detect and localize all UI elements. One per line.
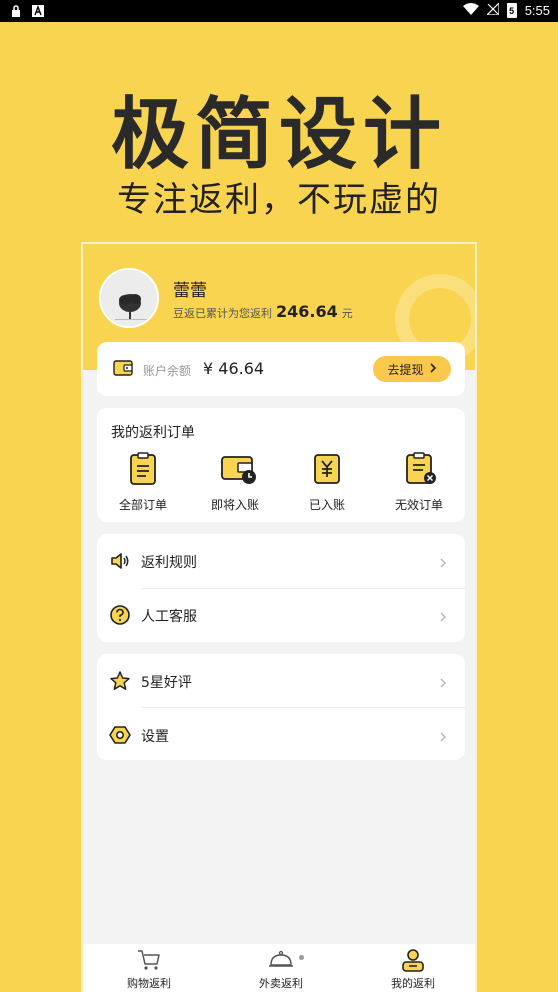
status-bar: 5 5:55 bbox=[0, 0, 558, 22]
withdraw-label: 去提现 bbox=[387, 362, 424, 377]
order-invalid[interactable]: 无效订单 bbox=[379, 452, 459, 513]
rebate-prefix: 豆返已累计为您返利 bbox=[173, 307, 272, 320]
menu-item-rate-5-star[interactable]: 5星好评 bbox=[97, 654, 465, 708]
person-icon bbox=[400, 948, 426, 972]
order-all[interactable]: 全部订单 bbox=[103, 452, 183, 513]
clipboard-invalid-icon bbox=[404, 452, 436, 486]
username: 蕾蕾 bbox=[173, 281, 207, 301]
yen-received-icon bbox=[312, 452, 342, 486]
menu-group-settings: 5星好评 设置 bbox=[97, 654, 465, 760]
rebate-orders-card: 我的返利订单 全部订单 即将入账 已入账 无效订单 bbox=[97, 408, 465, 522]
order-pending[interactable]: 即将入账 bbox=[195, 452, 275, 513]
menu-item-rebate-rules[interactable]: 返利规则 bbox=[97, 534, 465, 588]
menu-label: 返利规则 bbox=[141, 555, 197, 571]
wallet-icon bbox=[113, 360, 133, 376]
avatar[interactable] bbox=[99, 268, 159, 328]
wallet-clock-icon bbox=[220, 452, 256, 486]
rebate-unit: 元 bbox=[341, 307, 353, 320]
rebate-summary: 豆返已累计为您返利 246.64 元 bbox=[173, 302, 353, 321]
order-label: 无效订单 bbox=[394, 498, 443, 512]
tab-my-rebate[interactable]: 我的返利 bbox=[347, 948, 475, 991]
signal-icon bbox=[485, 1, 500, 18]
speaker-icon bbox=[109, 550, 131, 572]
balance-card: 账户余额 ¥ 46.64 去提现 bbox=[97, 342, 465, 396]
chevron-right-icon bbox=[429, 362, 437, 376]
clipboard-list-icon bbox=[128, 452, 158, 486]
lock-icon bbox=[10, 4, 22, 18]
app-preview: 蕾蕾 豆返已累计为您返利 246.64 元 账户余额 ¥ 46.64 去提现 我… bbox=[81, 242, 477, 992]
tab-shopping-rebate[interactable]: 购物返利 bbox=[83, 948, 215, 991]
notification-dot bbox=[299, 955, 304, 960]
orders-title: 我的返利订单 bbox=[111, 425, 195, 441]
rebate-amount: 246.64 bbox=[276, 302, 338, 321]
settings-hexagon-icon bbox=[109, 724, 131, 746]
wifi-icon bbox=[462, 3, 479, 18]
status-time: 5:55 bbox=[524, 3, 550, 18]
food-cloche-icon bbox=[268, 948, 304, 972]
bottom-tab-bar: 购物返利 外卖返利 我的返利 bbox=[83, 944, 475, 992]
menu-item-customer-service[interactable]: 人工客服 bbox=[97, 588, 465, 642]
chevron-right-icon bbox=[439, 554, 449, 568]
chevron-right-icon bbox=[439, 608, 449, 622]
chevron-right-icon bbox=[439, 728, 449, 742]
battery-level: 5 bbox=[509, 5, 515, 16]
chevron-right-icon bbox=[439, 674, 449, 688]
cart-icon bbox=[136, 948, 162, 972]
order-label: 即将入账 bbox=[210, 498, 259, 512]
help-icon bbox=[109, 604, 131, 626]
menu-item-settings[interactable]: 设置 bbox=[97, 708, 465, 762]
order-label: 全部订单 bbox=[118, 498, 167, 512]
balance-label: 账户余额 bbox=[143, 364, 192, 378]
star-icon bbox=[109, 670, 131, 692]
menu-label: 人工客服 bbox=[141, 609, 197, 625]
menu-label: 设置 bbox=[141, 729, 169, 745]
tab-label: 外卖返利 bbox=[259, 977, 303, 990]
menu-label: 5星好评 bbox=[141, 675, 192, 691]
promo-subline: 专注返利，不玩虚的 bbox=[117, 180, 441, 220]
balance-value: ¥ 46.64 bbox=[203, 359, 265, 378]
tab-label: 我的返利 bbox=[391, 977, 435, 990]
order-received[interactable]: 已入账 bbox=[287, 452, 367, 513]
tab-takeout-rebate[interactable]: 外卖返利 bbox=[215, 948, 347, 991]
battery-icon: 5 bbox=[506, 3, 517, 18]
menu-group-support: 返利规则 人工客服 bbox=[97, 534, 465, 642]
promo-headline: 极简设计 bbox=[110, 90, 447, 180]
app-notification-icon bbox=[32, 4, 44, 18]
order-label: 已入账 bbox=[308, 498, 345, 512]
withdraw-button[interactable]: 去提现 bbox=[373, 356, 451, 382]
tab-label: 购物返利 bbox=[127, 977, 171, 990]
